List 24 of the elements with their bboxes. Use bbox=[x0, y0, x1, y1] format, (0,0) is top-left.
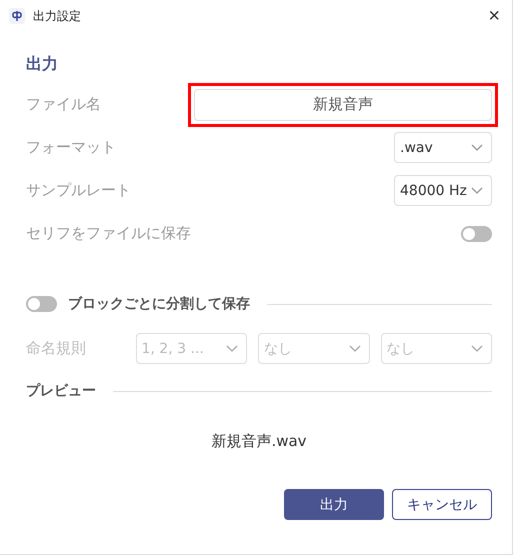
field-label: ファイル名 bbox=[26, 95, 101, 114]
naming-label: 命名規則 bbox=[26, 339, 87, 358]
dropdown[interactable]: .wav bbox=[394, 132, 492, 163]
close-button[interactable]: × bbox=[484, 6, 504, 26]
chevron-icon bbox=[226, 344, 238, 352]
toggle-switch[interactable] bbox=[461, 226, 492, 242]
cancel-button[interactable]: キャンセル bbox=[392, 489, 492, 520]
app-logo-icon bbox=[9, 8, 25, 24]
dropdown[interactable]: 48000 Hz bbox=[394, 175, 492, 206]
chevron-icon bbox=[471, 186, 483, 194]
chevron-icon bbox=[471, 344, 483, 352]
toggle-switch[interactable] bbox=[26, 296, 57, 312]
field-label: セリフをファイルに保存 bbox=[26, 224, 191, 243]
chevron-icon bbox=[348, 344, 360, 352]
window-title: 出力設定 bbox=[33, 8, 82, 24]
chevron-icon bbox=[471, 144, 483, 152]
field-label: サンプルレート bbox=[26, 181, 131, 200]
split-label: ブロックごとに分割して保存 bbox=[68, 295, 250, 313]
input-field[interactable]: 新規音声 bbox=[194, 88, 492, 120]
field-label: フォーマット bbox=[26, 138, 116, 157]
export-button[interactable]: 出力 bbox=[284, 489, 384, 520]
preview-filename: 新規音声.wav bbox=[211, 432, 307, 450]
section-title: 出力 bbox=[26, 54, 59, 75]
preview-title: プレビュー bbox=[26, 382, 96, 400]
